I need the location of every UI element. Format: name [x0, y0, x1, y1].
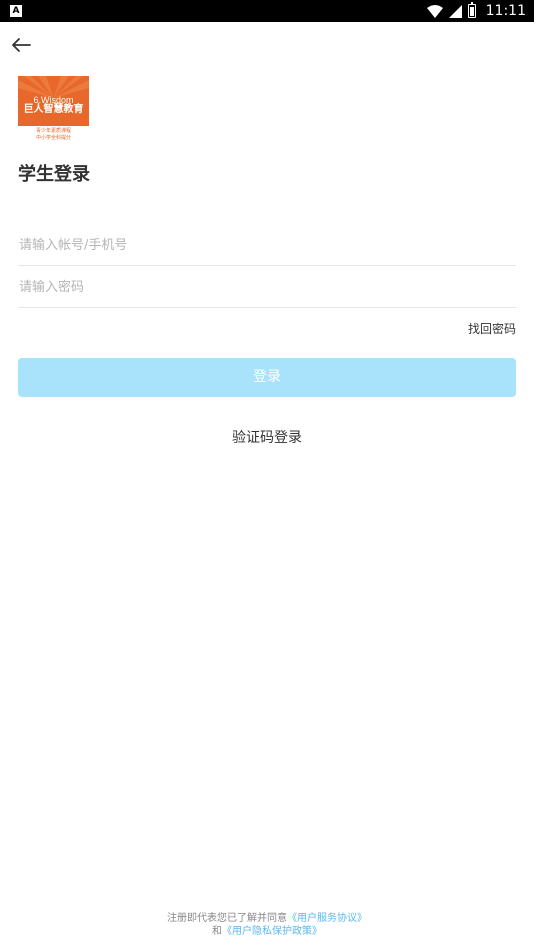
code-login-link[interactable]: 验证码登录 — [0, 427, 534, 447]
status-time: 11:11 — [485, 3, 526, 19]
back-button[interactable] — [10, 34, 34, 56]
forgot-password-link[interactable]: 找回密码 — [468, 320, 516, 337]
status-bar: A 11:11 — [0, 0, 534, 22]
back-arrow-icon — [12, 38, 31, 52]
battery-icon — [467, 2, 476, 18]
account-field-container — [18, 226, 516, 266]
brand-logo: 6.Wisdom 巨人智慧教育 青少年素质课程 中小学全科提分 — [18, 76, 89, 146]
password-field-container — [18, 268, 516, 308]
notification-icon: A — [10, 5, 22, 17]
login-button[interactable]: 登录 — [18, 358, 516, 397]
page-title: 学生登录 — [18, 164, 90, 185]
wifi-icon — [426, 4, 443, 18]
logo-tagline-1: 青少年素质课程 — [35, 128, 71, 134]
logo-badge: 6.Wisdom 巨人智慧教育 — [18, 76, 89, 126]
logo-chinese-text: 巨人智慧教育 — [23, 104, 84, 115]
status-icons: 11:11 — [426, 0, 526, 22]
terms-link[interactable]: 《用户服务协议》 — [287, 913, 367, 924]
logo-tagline-2: 中小学全科提分 — [35, 135, 71, 141]
agreement-line-2: 和《用户隐私保护政策》 — [0, 925, 534, 938]
agreement-conjunction: 和 — [212, 926, 222, 937]
logo-tagline: 青少年素质课程 中小学全科提分 — [18, 128, 89, 142]
privacy-link[interactable]: 《用户隐私保护政策》 — [222, 926, 322, 937]
agreement-prefix: 注册即代表您已了解并同意 — [167, 913, 287, 924]
password-input[interactable] — [18, 268, 516, 307]
signal-icon — [448, 4, 462, 18]
agreement-line-1: 注册即代表您已了解并同意《用户服务协议》 — [0, 912, 534, 925]
agreement-notice: 注册即代表您已了解并同意《用户服务协议》 和《用户隐私保护政策》 — [0, 912, 534, 938]
account-input[interactable] — [18, 226, 516, 265]
